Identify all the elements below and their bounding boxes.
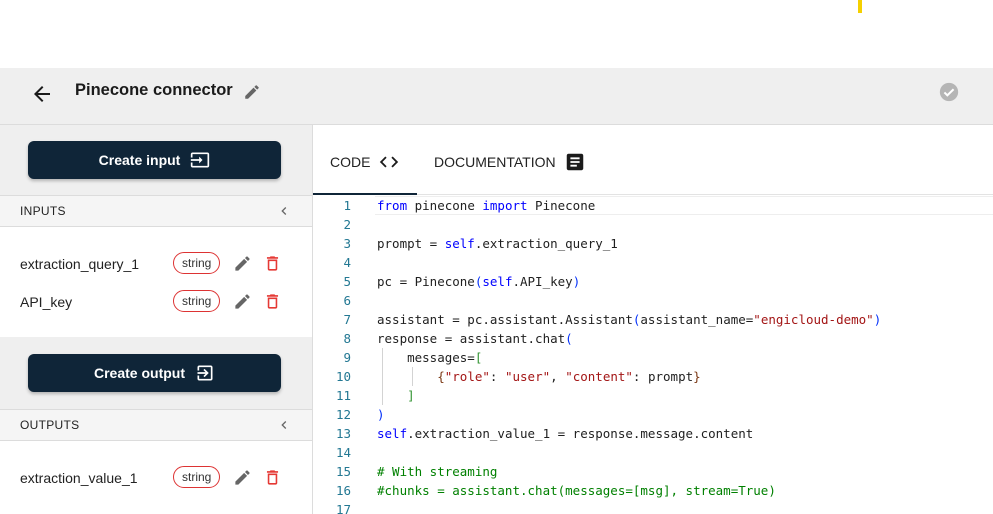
- create-output-button[interactable]: Create output: [28, 354, 281, 392]
- tab-code[interactable]: CODE: [330, 151, 400, 173]
- accent-marker: [858, 0, 862, 13]
- code-text: #chunks = assistant.chat(messages=[msg],…: [377, 483, 776, 498]
- code-line[interactable]: 15 # With streaming: [313, 462, 993, 481]
- line-number: 13: [335, 426, 351, 441]
- code-text: ]: [407, 388, 415, 403]
- input-name: API_key: [20, 294, 73, 310]
- create-input-zone: Create input: [0, 125, 312, 195]
- outputs-heading: OUTPUTS: [20, 418, 80, 432]
- active-tab-indicator: [313, 193, 417, 195]
- code-line[interactable]: 6: [313, 291, 993, 310]
- code-line[interactable]: 17: [313, 500, 993, 514]
- inputs-section-header: INPUTS: [0, 195, 312, 227]
- type-badge: string: [173, 290, 221, 312]
- line-number: 12: [335, 407, 351, 422]
- output-icon: [197, 365, 213, 381]
- code-text: # With streaming: [377, 464, 498, 479]
- pencil-icon[interactable]: [233, 468, 252, 487]
- pencil-icon: [245, 85, 259, 99]
- code-editor[interactable]: 1 from pinecone import Pinecone 2 3 prompt =…: [313, 196, 993, 514]
- create-output-label: Create output: [94, 365, 185, 381]
- code-line[interactable]: 2: [313, 215, 993, 234]
- type-badge: string: [173, 466, 221, 488]
- header-bar: Pinecone connector: [0, 68, 993, 125]
- line-number: 8: [343, 331, 351, 346]
- line-number: 9: [343, 350, 351, 365]
- line-number: 7: [343, 312, 351, 327]
- arrow-left-icon: [34, 86, 50, 102]
- chevron-left-icon[interactable]: [276, 417, 292, 433]
- code-text: from pinecone import Pinecone: [377, 198, 596, 213]
- line-number: 5: [343, 274, 351, 289]
- code-icon: [380, 156, 399, 168]
- document-icon: [566, 153, 583, 171]
- type-badge: string: [173, 252, 221, 274]
- code-line[interactable]: 4: [313, 253, 993, 272]
- line-number: 15: [335, 464, 351, 479]
- code-line[interactable]: 12): [313, 405, 993, 424]
- inputs-heading: INPUTS: [20, 204, 66, 218]
- line-number: 11: [335, 388, 351, 403]
- code-line[interactable]: 1 from pinecone import Pinecone: [313, 196, 993, 215]
- page: Pinecone connector Create input INPUTS e…: [0, 0, 993, 514]
- code-text: response = assistant.chat(: [377, 331, 573, 346]
- pencil-icon[interactable]: [233, 254, 252, 273]
- code-line[interactable]: 16 #chunks = assistant.chat(messages=[msg…: [313, 481, 993, 500]
- code-line[interactable]: 11 ]: [313, 386, 993, 405]
- outputs-section-header: OUTPUTS: [0, 409, 312, 441]
- create-output-zone: Create output: [0, 337, 312, 409]
- save-status-button[interactable]: [938, 81, 960, 103]
- sidebar: Create input INPUTS extraction_query_1 s…: [0, 125, 313, 514]
- code-line[interactable]: 8 response = assistant.chat(: [313, 329, 993, 348]
- code-line[interactable]: 5 pc = Pinecone(self.API_key): [313, 272, 993, 291]
- code-text: prompt = self.extraction_query_1: [377, 236, 618, 251]
- trash-icon[interactable]: [263, 292, 282, 311]
- tab-documentation[interactable]: DOCUMENTATION: [434, 151, 586, 173]
- line-number: 10: [335, 369, 351, 384]
- code-text: {"role": "user", "content": prompt}: [437, 369, 701, 384]
- code-line[interactable]: 10 {"role": "user", "content": prompt}: [313, 367, 993, 386]
- input-row: API_key string: [0, 287, 312, 317]
- trash-icon[interactable]: [263, 254, 282, 273]
- tab-documentation-label: DOCUMENTATION: [434, 154, 556, 170]
- input-icon: [191, 152, 210, 168]
- editor-tabs: CODE DOCUMENTATION: [313, 125, 993, 195]
- chevron-left-icon[interactable]: [276, 203, 292, 219]
- code-line[interactable]: 3 prompt = self.extraction_query_1: [313, 234, 993, 253]
- code-text: pc = Pinecone(self.API_key): [377, 274, 581, 289]
- create-input-button[interactable]: Create input: [28, 141, 281, 179]
- page-title: Pinecone connector: [75, 81, 233, 99]
- trash-icon[interactable]: [263, 468, 282, 487]
- output-name: extraction_value_1: [20, 470, 138, 486]
- code-text: messages=[: [377, 350, 483, 365]
- code-line[interactable]: 14: [313, 443, 993, 462]
- line-number: 16: [335, 483, 351, 498]
- code-text: assistant = pc.assistant.Assistant(assis…: [377, 312, 882, 327]
- code-line[interactable]: 7 assistant = pc.assistant.Assistant(assi…: [313, 310, 993, 329]
- output-row: extraction_value_1 string: [0, 463, 312, 493]
- create-input-label: Create input: [98, 152, 181, 168]
- line-number: 17: [335, 502, 351, 514]
- code-line[interactable]: 13 self.extraction_value_1 = response.mes…: [313, 424, 993, 443]
- line-number: 14: [335, 445, 351, 460]
- tab-code-label: CODE: [330, 154, 371, 170]
- edit-title-button[interactable]: [243, 83, 261, 101]
- line-number: 3: [343, 236, 351, 251]
- pencil-icon[interactable]: [233, 292, 252, 311]
- code-text: self.extraction_value_1 = response.messa…: [377, 426, 754, 441]
- code-line[interactable]: 9 messages=[: [313, 348, 993, 367]
- input-row: extraction_query_1 string: [0, 249, 312, 279]
- input-name: extraction_query_1: [20, 256, 140, 272]
- code-text: ): [377, 407, 385, 422]
- line-number: 1: [343, 198, 351, 213]
- line-number: 2: [343, 217, 351, 232]
- line-number: 6: [343, 293, 351, 308]
- line-number: 4: [343, 255, 351, 270]
- back-button[interactable]: [30, 82, 54, 106]
- check-circle-icon: [939, 82, 959, 102]
